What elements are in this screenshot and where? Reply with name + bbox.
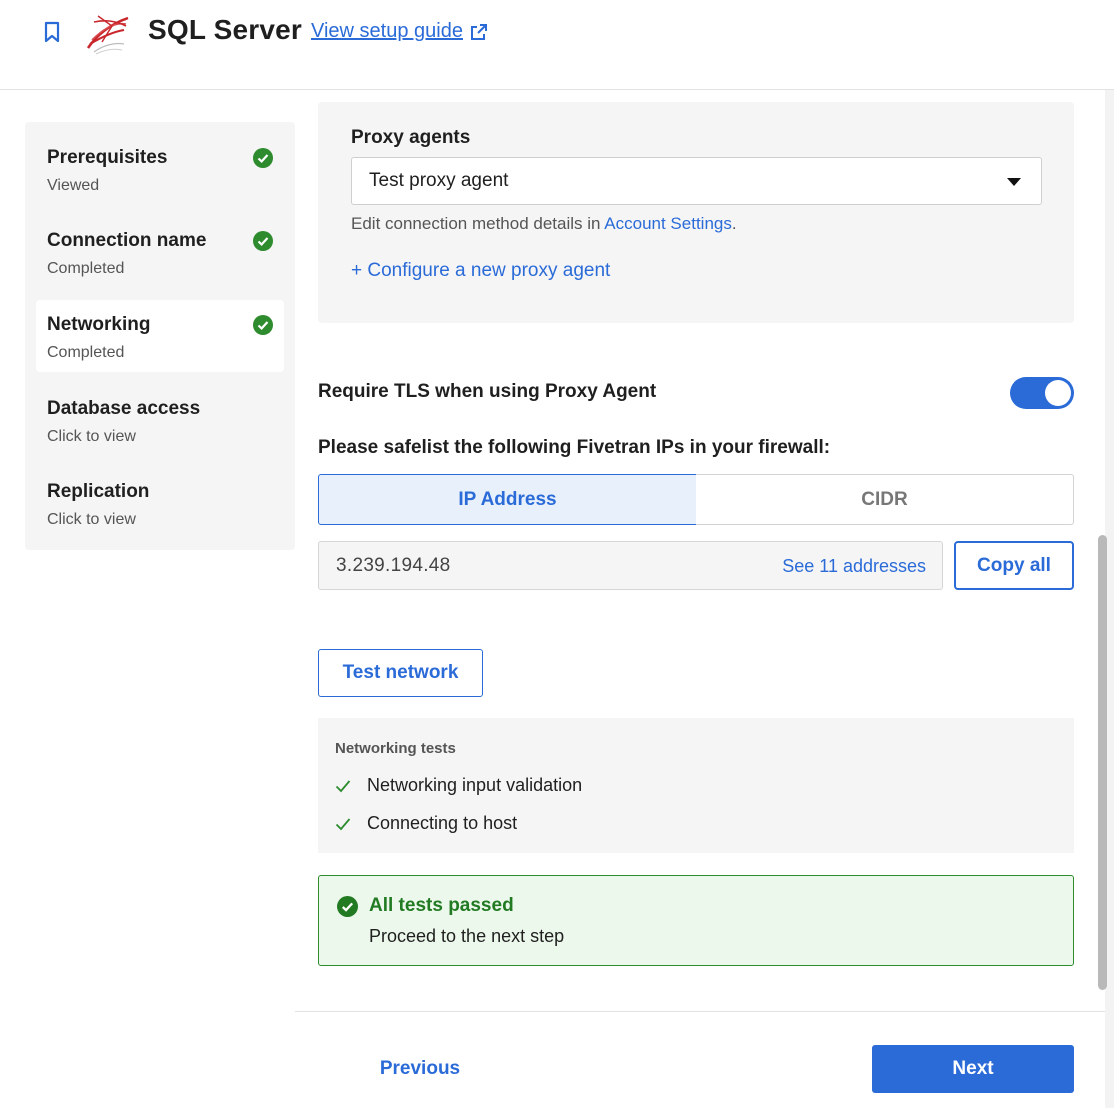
- test-network-button[interactable]: Test network: [318, 649, 483, 697]
- toggle-knob: [1045, 380, 1071, 406]
- proxy-agent-select[interactable]: Test proxy agent: [351, 157, 1042, 205]
- caret-down-icon: [1007, 178, 1021, 186]
- require-tls-label: Require TLS when using Proxy Agent: [318, 381, 657, 402]
- sidebar-item-status: Completed: [47, 344, 125, 361]
- sidebar-item-label: Networking: [47, 314, 151, 335]
- tab-cidr[interactable]: CIDR: [696, 474, 1074, 525]
- setup-guide-link[interactable]: View setup guide: [311, 20, 489, 43]
- sidebar-item-replication[interactable]: Replication Click to view: [36, 467, 284, 539]
- sidebar-item-label: Prerequisites: [47, 147, 168, 168]
- proxy-agents-panel: Proxy agents Test proxy agent Edit conne…: [318, 102, 1074, 323]
- check-circle-icon: [253, 231, 273, 251]
- sidebar-item-status: Viewed: [47, 177, 100, 194]
- test-item: Connecting to host: [335, 813, 517, 834]
- helper-prefix: Edit connection method details in: [351, 214, 605, 233]
- check-circle-icon: [337, 896, 358, 917]
- networking-tests-title: Networking tests: [335, 740, 456, 757]
- sidebar-item-label: Database access: [47, 398, 201, 419]
- setup-guide-label: View setup guide: [311, 20, 463, 42]
- setup-steps-sidebar: Prerequisites Viewed Connection name Com…: [25, 122, 295, 550]
- footer-divider: [295, 1011, 1105, 1012]
- tests-passed-alert: All tests passed Proceed to the next ste…: [318, 875, 1074, 966]
- ip-address-value: 3.239.194.48: [336, 555, 451, 576]
- page-header: SQL Server View setup guide: [0, 0, 1114, 90]
- test-item-label: Networking input validation: [367, 775, 583, 795]
- safelist-label: Please safelist the following Fivetran I…: [318, 437, 831, 458]
- proxy-helper-text: Edit connection method details in Accoun…: [351, 214, 737, 234]
- check-icon: [335, 779, 351, 792]
- external-link-icon: [470, 23, 487, 40]
- sidebar-item-status: Completed: [47, 260, 125, 277]
- sidebar-item-status: Click to view: [47, 511, 136, 528]
- sidebar-item-prerequisites[interactable]: Prerequisites Viewed: [36, 133, 284, 205]
- proxy-agent-selected-value: Test proxy agent: [369, 170, 509, 191]
- helper-suffix: .: [731, 214, 737, 233]
- check-circle-icon: [253, 315, 273, 335]
- require-tls-toggle[interactable]: [1010, 377, 1074, 409]
- sidebar-item-label: Connection name: [47, 230, 207, 251]
- sidebar-item-database-access[interactable]: Database access Click to view: [36, 384, 284, 456]
- sidebar-item-label: Replication: [47, 481, 150, 502]
- check-circle-icon: [253, 148, 273, 168]
- alert-title: All tests passed: [369, 895, 514, 916]
- ip-address-field: 3.239.194.48 See 11 addresses: [318, 541, 943, 590]
- account-settings-link[interactable]: Account Settings: [604, 214, 732, 233]
- page-title: SQL Server: [148, 14, 303, 45]
- see-addresses-link[interactable]: See 11 addresses: [782, 556, 926, 577]
- copy-all-button[interactable]: Copy all: [954, 541, 1074, 590]
- scrollbar-thumb[interactable]: [1098, 535, 1107, 990]
- test-item-label: Connecting to host: [367, 813, 518, 833]
- previous-button[interactable]: Previous: [340, 1045, 500, 1093]
- alert-subtitle: Proceed to the next step: [369, 926, 565, 946]
- bookmark-icon[interactable]: [42, 21, 62, 43]
- configure-proxy-agent-link[interactable]: + Configure a new proxy agent: [351, 260, 610, 282]
- test-item: Networking input validation: [335, 775, 582, 796]
- check-icon: [335, 817, 351, 830]
- sidebar-item-networking[interactable]: Networking Completed: [36, 300, 284, 372]
- sql-server-logo-icon: [86, 15, 129, 55]
- networking-tests-panel: Networking tests Networking input valida…: [318, 718, 1074, 853]
- sidebar-item-status: Click to view: [47, 428, 136, 445]
- tab-ip-address[interactable]: IP Address: [318, 474, 697, 525]
- next-button[interactable]: Next: [872, 1045, 1074, 1093]
- sidebar-item-connection-name[interactable]: Connection name Completed: [36, 216, 284, 288]
- proxy-agents-label: Proxy agents: [351, 127, 471, 148]
